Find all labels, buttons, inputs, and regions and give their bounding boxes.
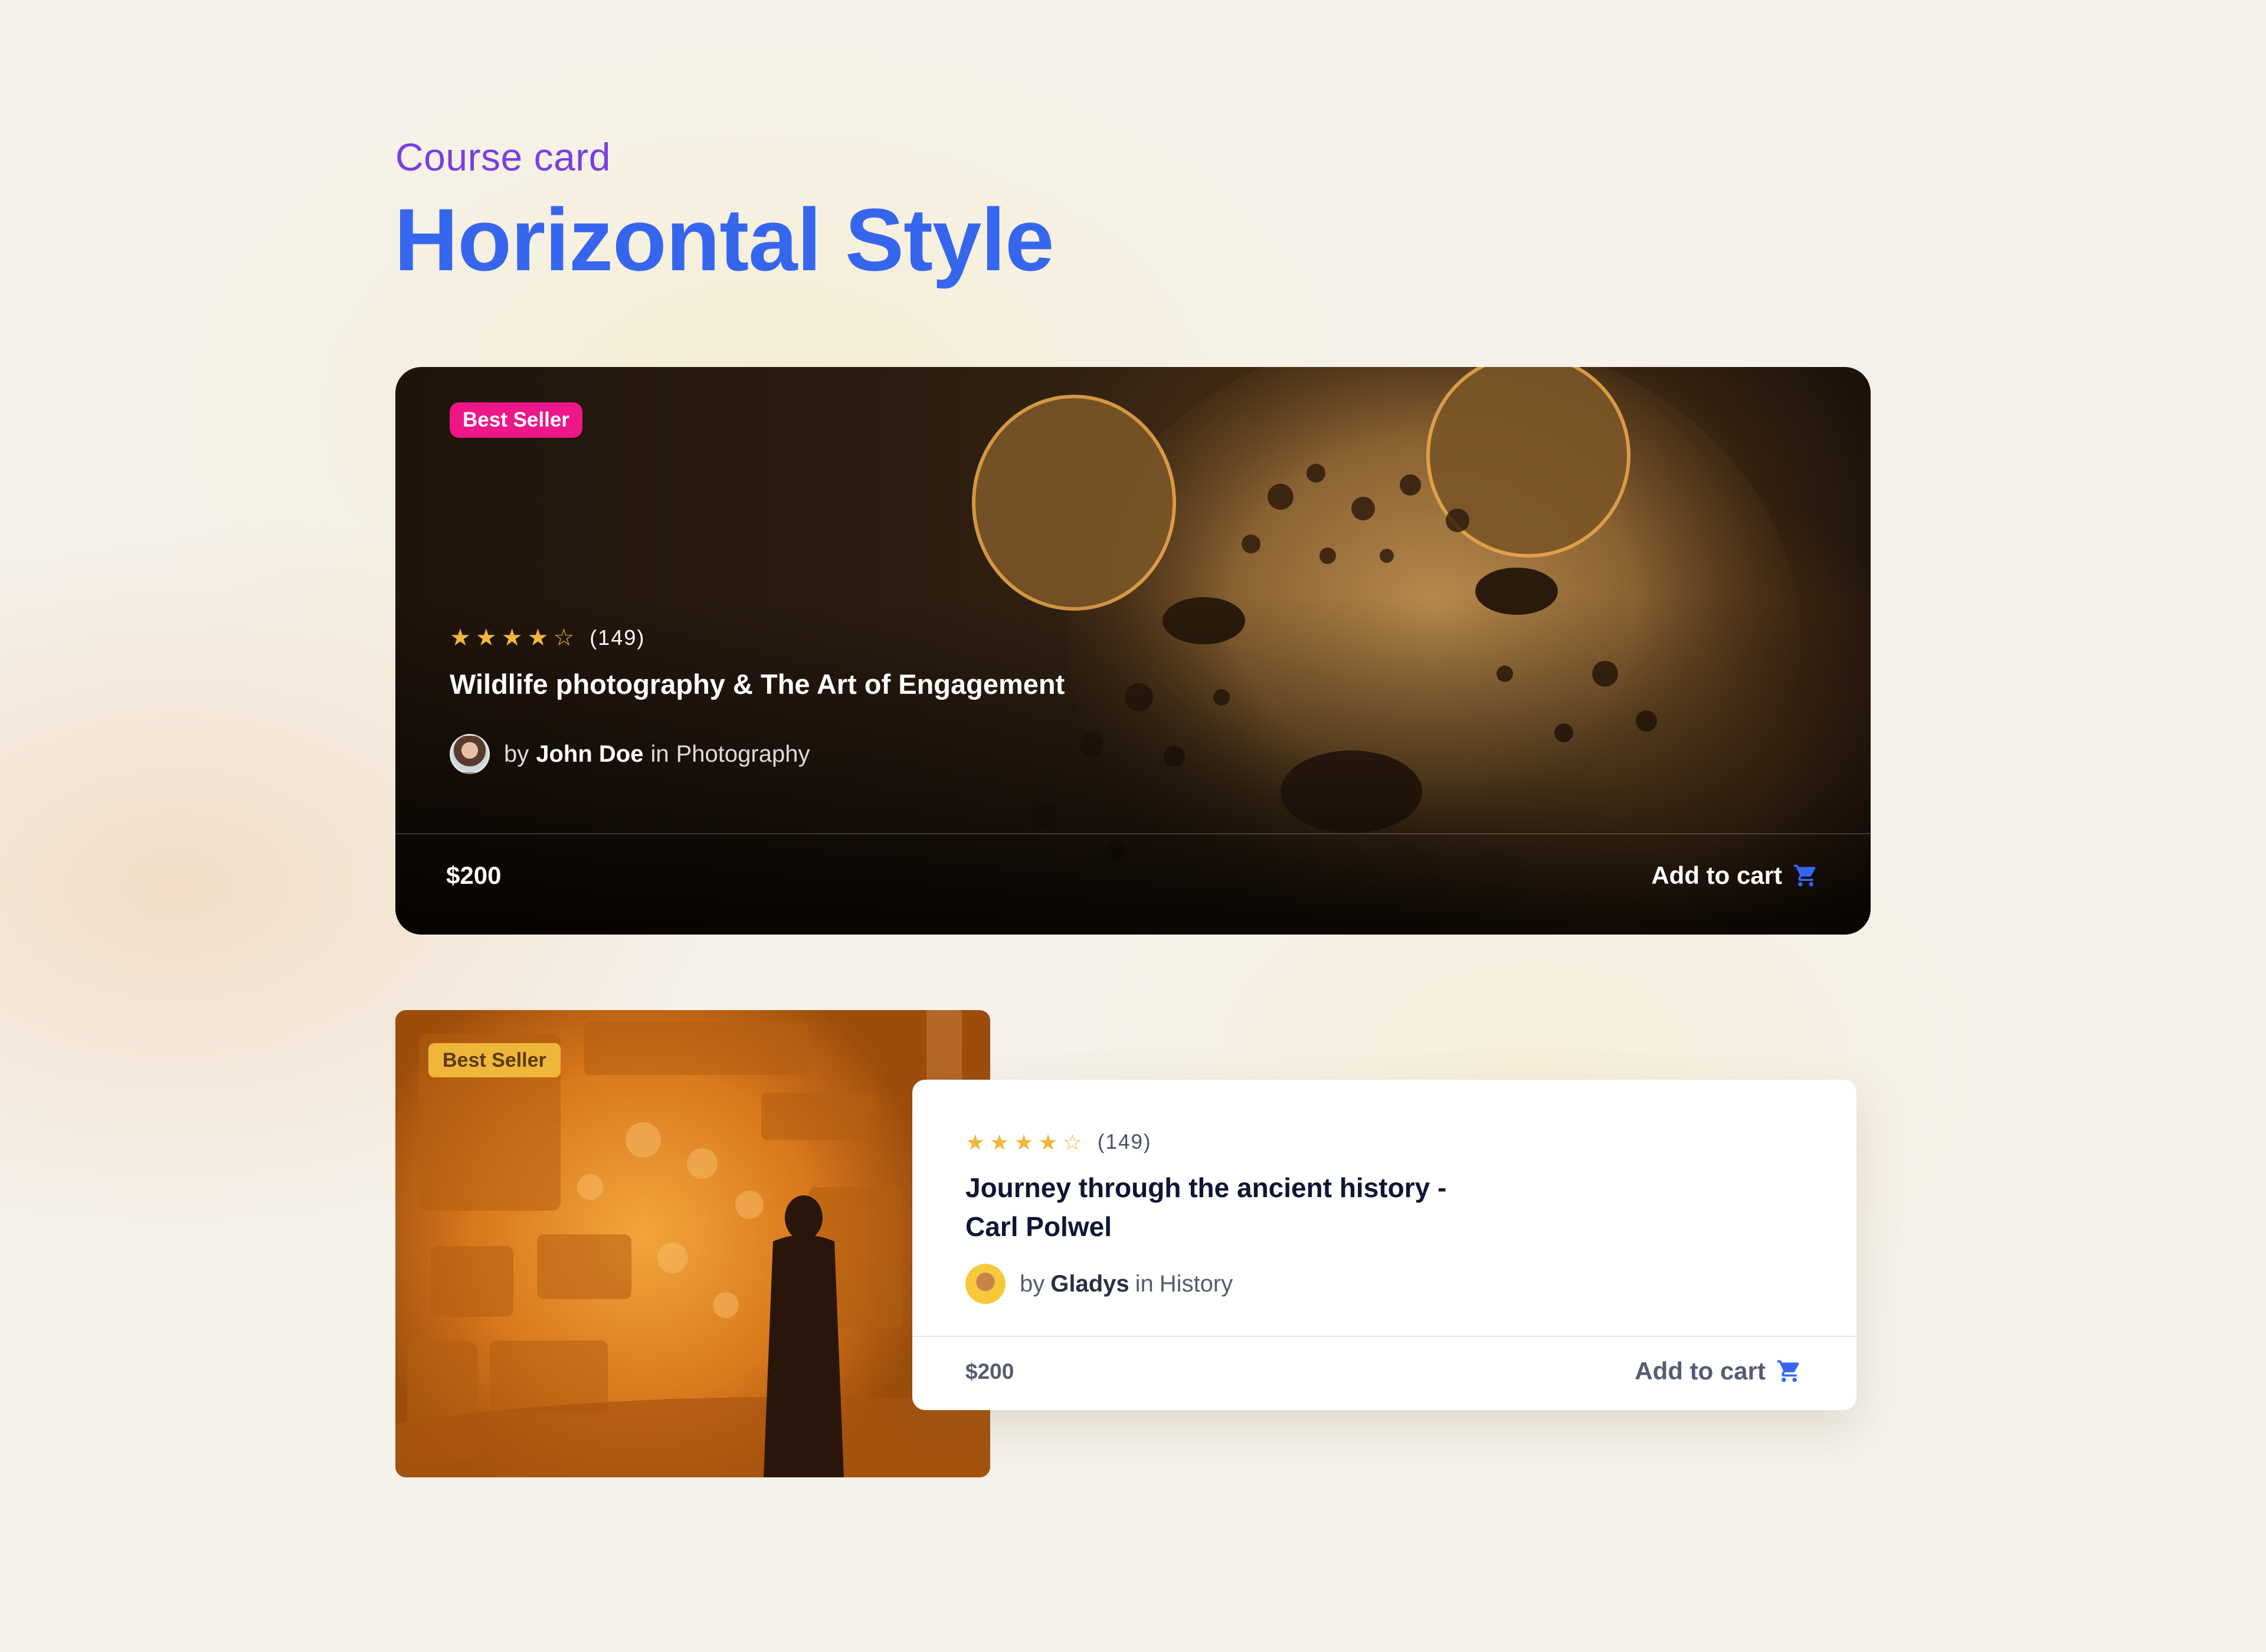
page-title: Horizontal Style [394,190,1054,289]
course-title[interactable]: Wildlife photography & The Art of Engage… [450,668,1065,700]
author-name[interactable]: Gladys [1050,1271,1129,1297]
rating-count: (149) [590,625,646,650]
price: $200 [446,861,502,889]
divider [912,1336,1856,1337]
relief-illustration [395,1010,990,1477]
course-card-light[interactable]: ★ ★ ★ ★ ☆ (149) Journey through the anci… [912,1080,1856,1410]
add-to-cart-button[interactable]: Add to cart [1651,861,1819,890]
cart-icon [1793,864,1816,887]
by-label: by [504,740,529,767]
category-link[interactable]: Photography [676,741,810,768]
rating-count: (149) [1097,1130,1152,1153]
star-icon: ★ [1014,1130,1034,1155]
by-label: by [1020,1270,1045,1297]
add-to-cart-button[interactable]: Add to cart [1635,1357,1802,1385]
best-seller-badge: Best Seller [450,402,582,438]
image-shade [395,367,1871,935]
star-icon: ★ [527,625,549,651]
star-icon: ★ [965,1130,985,1155]
star-icon: ★ [990,1130,1010,1155]
in-label: in [650,740,669,767]
ancient-history-image[interactable]: Best Seller [395,1010,990,1477]
avatar [450,734,490,774]
in-label: in [1135,1270,1154,1297]
star-icon: ★ [1038,1130,1058,1155]
star-outline-icon: ☆ [1062,1130,1082,1155]
author-name[interactable]: John Doe [536,741,643,768]
course-card-dark[interactable]: Best Seller ★ ★ ★ ★ ☆ (149) Wildlife pho… [395,367,1871,935]
star-outline-icon: ☆ [553,625,575,651]
author-line: by John Doe in Photography [450,734,810,774]
rating: ★ ★ ★ ★ ☆ (149) [965,1130,1152,1154]
cart-icon [1777,1360,1799,1382]
add-to-cart-label: Add to cart [1651,861,1782,889]
star-icon: ★ [450,625,471,651]
section-eyebrow: Course card [395,135,611,179]
course-title[interactable]: Journey through the ancient history - Ca… [965,1168,1497,1246]
price: $200 [965,1359,1014,1384]
category-link[interactable]: History [1160,1271,1233,1297]
add-to-cart-label: Add to cart [1635,1357,1766,1385]
rating: ★ ★ ★ ★ ☆ (149) [450,625,645,650]
star-icon: ★ [501,625,523,651]
author-line: by Gladys in History [965,1264,1233,1304]
avatar [965,1264,1006,1304]
divider [395,833,1871,834]
star-icon: ★ [475,625,497,651]
best-seller-badge: Best Seller [428,1043,561,1077]
